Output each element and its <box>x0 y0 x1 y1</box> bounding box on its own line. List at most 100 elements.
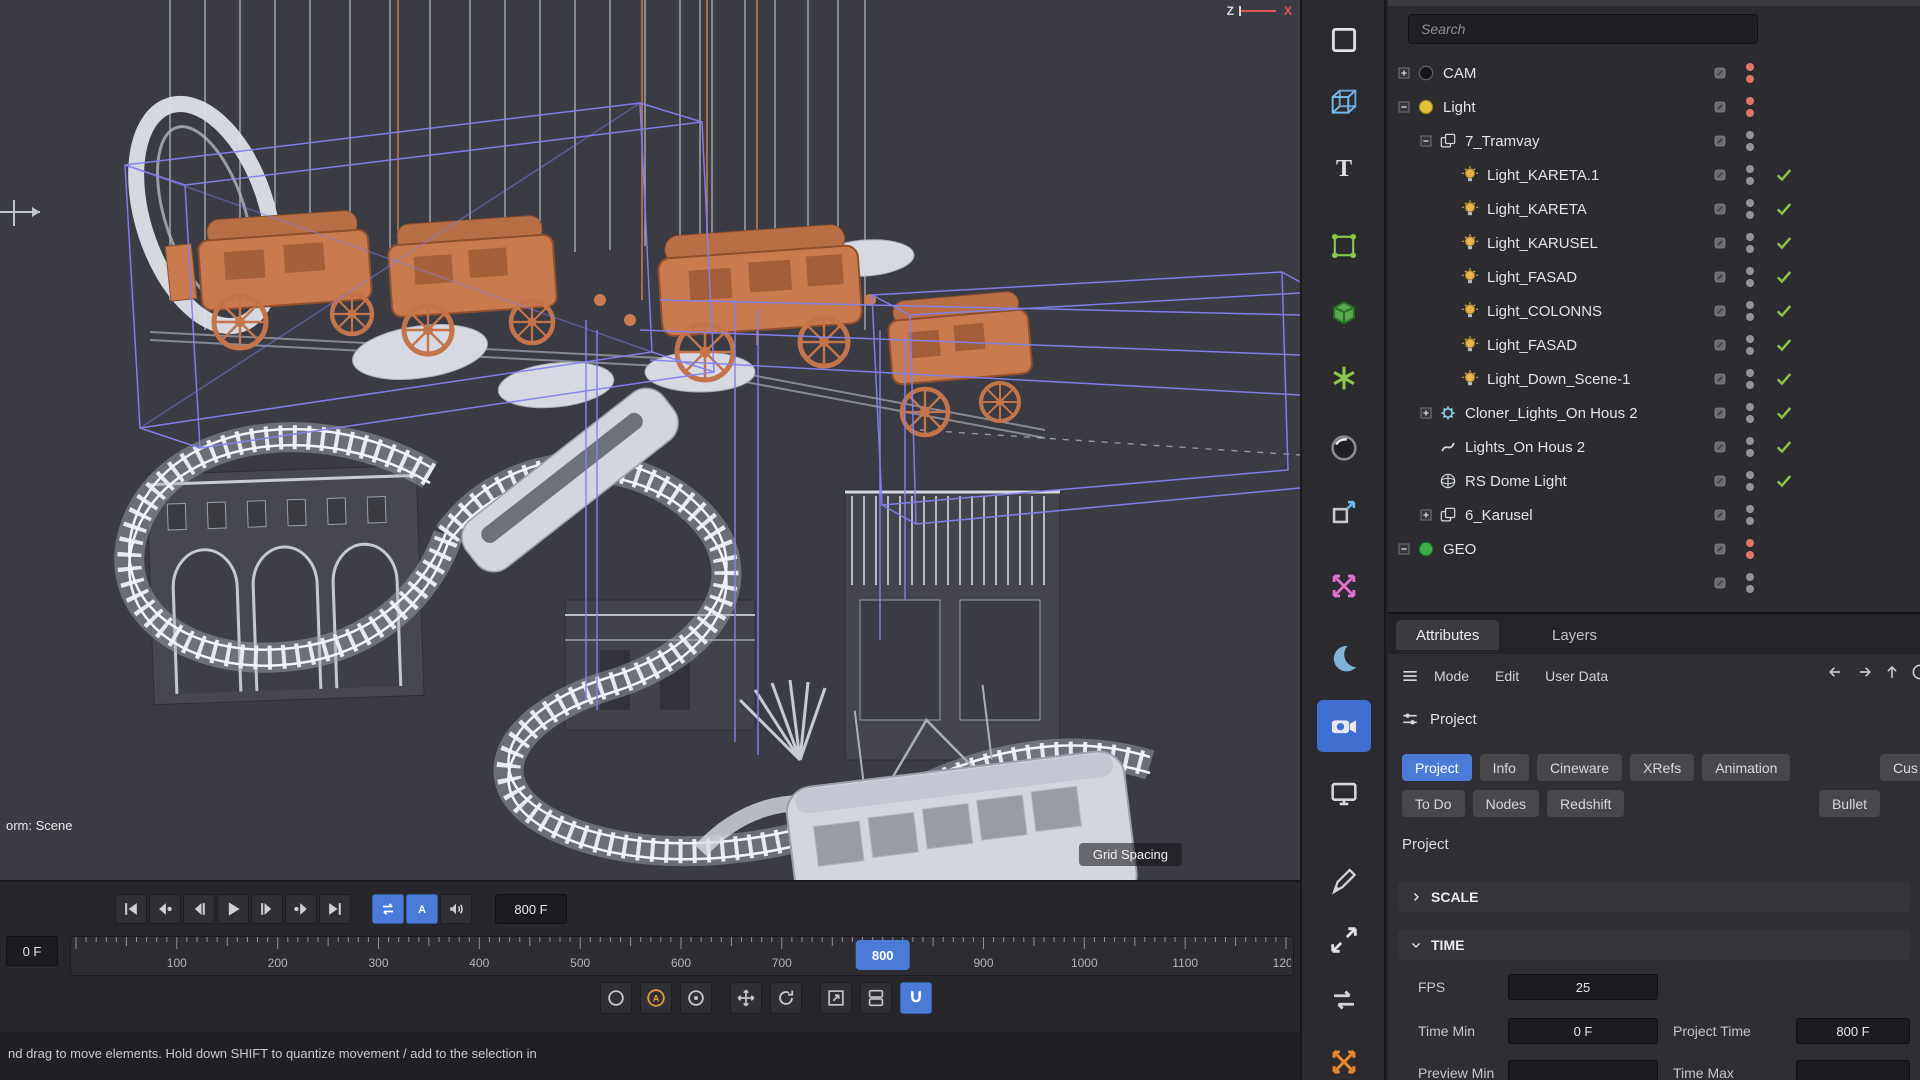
visibility-dots[interactable] <box>1746 267 1754 287</box>
points-mode-button[interactable] <box>1317 220 1371 272</box>
expander-plus-icon[interactable] <box>1418 507 1434 523</box>
enabled-check-icon[interactable] <box>1774 403 1794 423</box>
layer-toggle-icon[interactable] <box>1712 575 1728 591</box>
layer-toggle-icon[interactable] <box>1712 371 1728 387</box>
layer-toggle-icon[interactable] <box>1712 337 1728 353</box>
search-input[interactable] <box>1408 14 1758 44</box>
visibility-dots[interactable] <box>1746 505 1754 525</box>
timeline-ruler[interactable]: 100200300400500600700800900100011001200 … <box>70 936 1294 976</box>
scale-record-button[interactable] <box>820 982 852 1014</box>
goto-end-button[interactable] <box>319 894 351 924</box>
position-record-button[interactable] <box>730 982 762 1014</box>
layer-toggle-icon[interactable] <box>1712 473 1728 489</box>
tab-project[interactable]: Project <box>1402 754 1472 781</box>
visibility-dots[interactable] <box>1746 233 1754 253</box>
tab-cineware[interactable]: Cineware <box>1537 754 1622 781</box>
autokey-a-button[interactable]: A <box>406 894 438 924</box>
visibility-dots[interactable] <box>1746 437 1754 457</box>
text-tool-button[interactable]: T <box>1317 142 1371 194</box>
hamburger-icon[interactable] <box>1400 666 1420 686</box>
start-frame-field[interactable]: 0 F <box>6 936 58 966</box>
sound-button[interactable] <box>440 894 472 924</box>
group-scale[interactable]: SCALE <box>1398 882 1910 912</box>
object-row-light-kareta-1[interactable]: Light_KARETA.1 <box>1388 158 1920 192</box>
layer-toggle-icon[interactable] <box>1712 65 1728 81</box>
snap-star-tool-button[interactable] <box>1317 352 1371 404</box>
snap-toggle-button[interactable] <box>900 982 932 1014</box>
swap-views-button[interactable] <box>1317 974 1371 1026</box>
group-time[interactable]: TIME <box>1398 930 1910 960</box>
shaded-sphere-tool-button[interactable] <box>1317 422 1371 474</box>
visibility-dots[interactable] <box>1746 131 1754 151</box>
object-row-6-karusel[interactable]: 6_Karusel <box>1388 498 1920 532</box>
object-row-rs-dome-light[interactable]: RS Dome Light <box>1388 464 1920 498</box>
parent-up-icon[interactable] <box>1882 662 1902 682</box>
expander-plus-icon[interactable] <box>1396 65 1412 81</box>
axis-star-tool-button[interactable] <box>1317 1036 1371 1080</box>
enabled-check-icon[interactable] <box>1774 301 1794 321</box>
object-row-light[interactable]: Light <box>1388 90 1920 124</box>
panel-tab-layers[interactable]: Layers <box>1532 620 1617 650</box>
expander-minus-icon[interactable] <box>1418 133 1434 149</box>
object-row-geo[interactable]: GEO <box>1388 532 1920 566</box>
axis-gizmo[interactable]: Z X <box>1227 4 1292 18</box>
layer-toggle-icon[interactable] <box>1712 167 1728 183</box>
expander-plus-icon[interactable] <box>1418 405 1434 421</box>
layer-toggle-icon[interactable] <box>1712 405 1728 421</box>
camera-tool-button[interactable] <box>1317 700 1371 752</box>
previous-frame-button[interactable] <box>183 894 215 924</box>
xray-mode-button[interactable] <box>1317 560 1371 612</box>
object-row-light-colonns[interactable]: Light_COLONNS <box>1388 294 1920 328</box>
field-value-time-min[interactable]: 0 F <box>1508 1018 1658 1044</box>
layer-toggle-icon[interactable] <box>1712 269 1728 285</box>
layer-toggle-icon[interactable] <box>1712 201 1728 217</box>
tab-to-do[interactable]: To Do <box>1402 790 1465 817</box>
visibility-dots[interactable] <box>1746 471 1754 491</box>
previous-key-button[interactable] <box>149 894 181 924</box>
layer-toggle-icon[interactable] <box>1712 235 1728 251</box>
display-tool-button[interactable] <box>1317 768 1371 820</box>
object-row-cloner-lights-on-hous-2[interactable]: Cloner_Lights_On Hous 2 <box>1388 396 1920 430</box>
enabled-check-icon[interactable] <box>1774 471 1794 491</box>
maximize-view-button[interactable] <box>1317 914 1371 966</box>
visibility-dots[interactable] <box>1746 301 1754 321</box>
goto-start-button[interactable] <box>115 894 147 924</box>
visibility-dots[interactable] <box>1746 63 1754 83</box>
tab-bullet[interactable]: Bullet <box>1819 790 1880 817</box>
autokey-circle-button[interactable]: A <box>640 982 672 1014</box>
field-value-fps[interactable]: 25 <box>1508 974 1658 1000</box>
next-key-button[interactable] <box>285 894 317 924</box>
tab-animation[interactable]: Animation <box>1702 754 1790 781</box>
loop-button[interactable] <box>372 894 404 924</box>
tab-info[interactable]: Info <box>1480 754 1529 781</box>
object-row-lights-on-hous-2[interactable]: Lights_On Hous 2 <box>1388 430 1920 464</box>
history-back-icon[interactable] <box>1826 662 1846 682</box>
wire-cube-tool-button[interactable] <box>1317 76 1371 128</box>
scrollbar-horizontal[interactable] <box>1388 0 1920 6</box>
panel-tab-attributes[interactable]: Attributes <box>1396 620 1499 650</box>
layer-toggle-icon[interactable] <box>1712 507 1728 523</box>
visibility-dots[interactable] <box>1746 573 1754 593</box>
object-row-partial[interactable] <box>1388 566 1920 600</box>
expander-minus-icon[interactable] <box>1396 541 1412 557</box>
visibility-dots[interactable] <box>1746 199 1754 219</box>
field-value-time-max[interactable] <box>1796 1060 1910 1080</box>
keying-options-button[interactable] <box>680 982 712 1014</box>
field-value-project-time[interactable]: 800 F <box>1796 1018 1910 1044</box>
object-row-light-down-scene-1[interactable]: Light_Down_Scene-1 <box>1388 362 1920 396</box>
enabled-check-icon[interactable] <box>1774 437 1794 457</box>
object-row-cam[interactable]: CAM <box>1388 56 1920 90</box>
object-row-light-fasad[interactable]: Light_FASAD <box>1388 328 1920 362</box>
enabled-check-icon[interactable] <box>1774 165 1794 185</box>
tab-xrefs[interactable]: XRefs <box>1630 754 1694 781</box>
parameter-record-button[interactable] <box>860 982 892 1014</box>
history-forward-icon[interactable] <box>1854 662 1874 682</box>
visibility-dots[interactable] <box>1746 403 1754 423</box>
axis-mode-button[interactable] <box>1317 486 1371 538</box>
enabled-check-icon[interactable] <box>1774 335 1794 355</box>
layer-toggle-icon[interactable] <box>1712 303 1728 319</box>
layer-toggle-icon[interactable] <box>1712 439 1728 455</box>
menu-user-data[interactable]: User Data <box>1545 668 1608 684</box>
lock-icon[interactable] <box>1910 662 1920 682</box>
field-value-preview-min[interactable] <box>1508 1060 1658 1080</box>
